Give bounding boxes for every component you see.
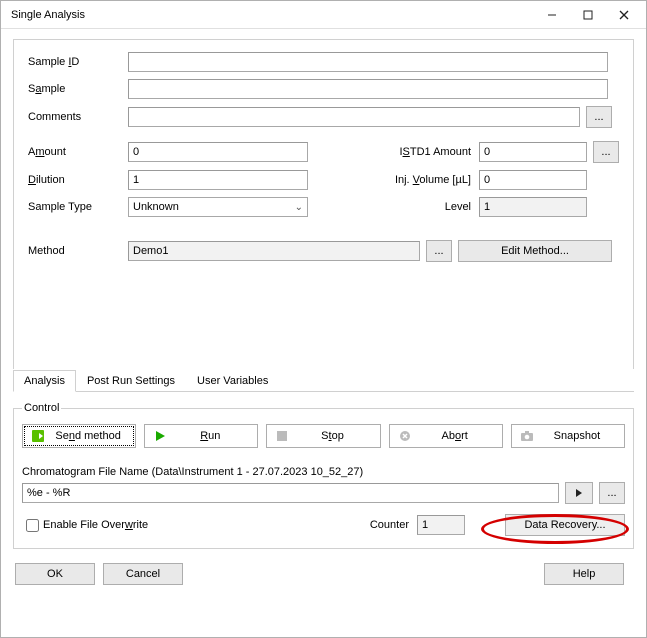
sample-label: Sample xyxy=(28,83,128,95)
inj-volume-label: Inj. Volume [µL] xyxy=(379,174,479,186)
sample-id-label: Sample ID xyxy=(28,56,128,68)
istd-amount-label: ISTD1 Amount xyxy=(379,146,479,158)
stop-button[interactable]: Stop xyxy=(266,424,380,448)
method-label: Method xyxy=(28,245,128,257)
abort-button[interactable]: Abort xyxy=(389,424,503,448)
dilution-input[interactable] xyxy=(128,170,308,190)
minimize-button[interactable] xyxy=(534,2,570,28)
tab-strip: Analysis Post Run Settings User Variable… xyxy=(13,369,634,392)
content-area: Sample ID Sample Comments ... Amount IST… xyxy=(1,29,646,595)
file-browse-button[interactable]: ... xyxy=(599,482,625,504)
run-label: Run xyxy=(169,430,251,442)
dialog-buttons: OK Cancel Help xyxy=(13,563,634,585)
amount-label: Amount xyxy=(28,146,128,158)
titlebar: Single Analysis xyxy=(1,1,646,29)
edit-method-button[interactable]: Edit Method... xyxy=(458,240,612,262)
comments-input[interactable] xyxy=(128,107,580,127)
sample-type-value: Unknown xyxy=(133,201,179,213)
sample-type-label: Sample Type xyxy=(28,201,128,213)
dialog-window: Single Analysis Sample ID Sample Comment… xyxy=(0,0,647,638)
window-controls xyxy=(534,2,642,28)
send-method-label: Send method xyxy=(47,430,129,442)
help-button[interactable]: Help xyxy=(544,563,624,585)
close-button[interactable] xyxy=(606,2,642,28)
counter-input xyxy=(417,515,465,535)
comments-label: Comments xyxy=(28,111,128,123)
method-browse-button[interactable]: ... xyxy=(426,240,452,262)
abort-label: Abort xyxy=(414,430,496,442)
istd-more-button[interactable]: ... xyxy=(593,141,619,163)
tab-analysis[interactable]: Analysis xyxy=(13,370,76,392)
chevron-down-icon: ⌄ xyxy=(295,202,303,213)
overwrite-label: Enable File Overwrite xyxy=(43,519,148,531)
dilution-label: Dilution xyxy=(28,174,128,186)
amount-input[interactable] xyxy=(128,142,308,162)
run-button[interactable]: Run xyxy=(144,424,258,448)
control-group: Control Send method Run Stop Abort xyxy=(13,402,634,549)
send-icon xyxy=(29,429,47,443)
data-recovery-button[interactable]: Data Recovery... xyxy=(505,514,625,536)
snapshot-button[interactable]: Snapshot xyxy=(511,424,625,448)
level-input xyxy=(479,197,587,217)
control-legend: Control xyxy=(22,402,61,414)
file-name-input[interactable] xyxy=(22,483,559,503)
ok-button[interactable]: OK xyxy=(15,563,95,585)
send-method-button[interactable]: Send method xyxy=(22,424,136,448)
file-play-button[interactable] xyxy=(565,482,593,504)
maximize-button[interactable] xyxy=(570,2,606,28)
tab-post-run[interactable]: Post Run Settings xyxy=(76,370,186,392)
level-label: Level xyxy=(379,201,479,213)
inj-volume-input[interactable] xyxy=(479,170,587,190)
stop-icon xyxy=(273,430,291,442)
control-buttons-row: Send method Run Stop Abort Snapshot xyxy=(22,424,625,448)
cancel-button[interactable]: Cancel xyxy=(103,563,183,585)
sample-type-select[interactable]: Unknown ⌄ xyxy=(128,197,308,217)
sample-input[interactable] xyxy=(128,79,608,99)
sample-id-input[interactable] xyxy=(128,52,608,72)
upper-panel: Sample ID Sample Comments ... Amount IST… xyxy=(13,39,634,369)
overwrite-checkbox[interactable] xyxy=(26,519,39,532)
tab-user-variables[interactable]: User Variables xyxy=(186,370,279,392)
istd-amount-input[interactable] xyxy=(479,142,587,162)
camera-icon xyxy=(518,430,536,442)
counter-label: Counter xyxy=(370,519,409,531)
snapshot-label: Snapshot xyxy=(536,430,618,442)
comments-more-button[interactable]: ... xyxy=(586,106,612,128)
stop-label: Stop xyxy=(291,430,373,442)
window-title: Single Analysis xyxy=(11,9,534,21)
method-input[interactable] xyxy=(128,241,420,261)
file-name-label: Chromatogram File Name (Data\Instrument … xyxy=(22,466,625,478)
abort-icon xyxy=(396,430,414,442)
play-icon xyxy=(151,430,169,442)
